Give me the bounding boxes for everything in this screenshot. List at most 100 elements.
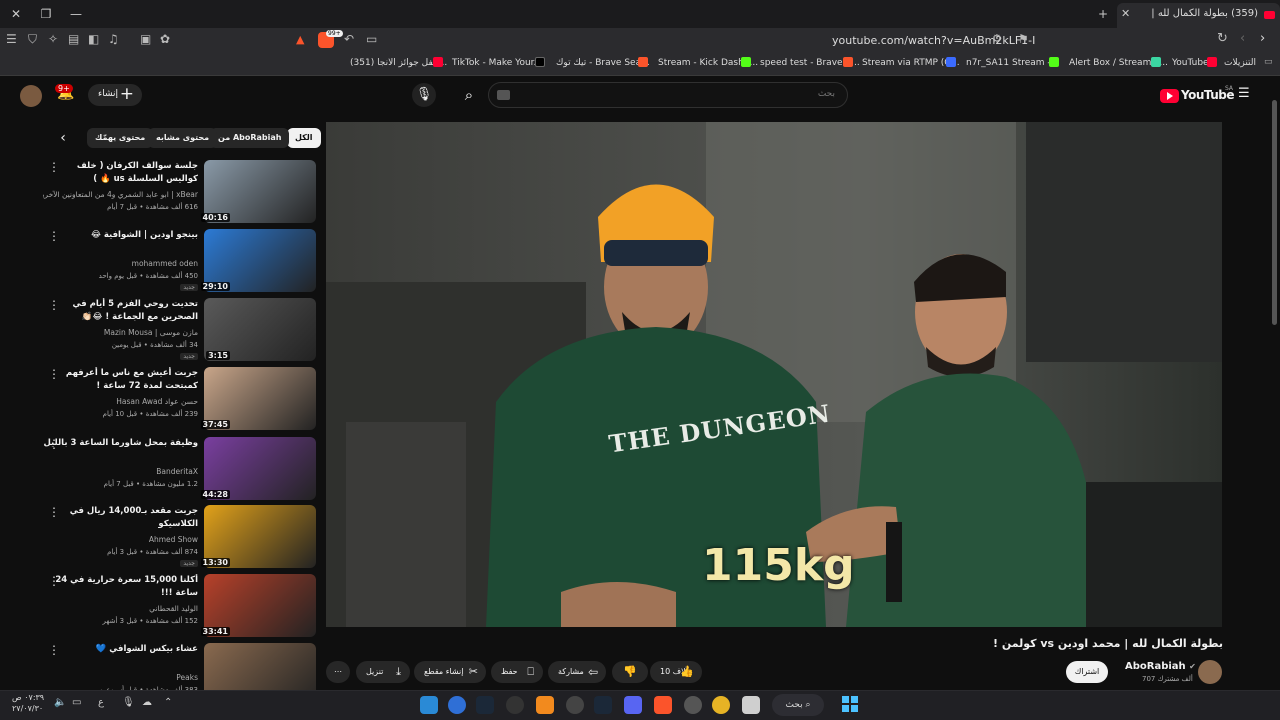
bookmark-youtube[interactable]: YouTube [1172, 58, 1209, 68]
channel-name[interactable]: AboRabiah ✔ [1125, 661, 1196, 672]
recommendation-channel[interactable]: الوليد القحطاني [43, 604, 198, 613]
taskbar-app-icon-4[interactable] [506, 696, 524, 714]
window-maximize-icon[interactable]: ❐ [38, 6, 54, 22]
recommendation-item[interactable]: 44:28 وظيفة بمحل شاورما الساعة 3 بالليل Ba… [40, 437, 316, 501]
network-icon[interactable]: ☁ [142, 697, 152, 708]
volume-icon[interactable]: 🔈 [54, 697, 66, 708]
recommendation-channel[interactable]: xBear | ابو عابد الشمري و4 من المتعاونين… [43, 190, 198, 199]
taskbar-app-icon-2[interactable] [448, 696, 466, 714]
like-button[interactable]: 👍 10 آلاف [650, 661, 702, 683]
recommendation-channel[interactable]: Peaks [43, 673, 198, 682]
menu-icon[interactable]: ☰ [6, 32, 22, 48]
recommendation-title[interactable]: أكلنا 15,000 سعرة حرارية في 24 ساعة !!! [43, 574, 198, 600]
clip-button[interactable]: إنشاء مقطع ✂ [414, 661, 486, 683]
recommendation-item[interactable]: 13:30 جربت مقعد بـ14,000 ريال في الكلاسيك… [40, 505, 316, 569]
subscribe-button[interactable]: اشتراك [1066, 661, 1108, 683]
more-options-icon[interactable]: ⋮ [48, 160, 60, 174]
language-indicator[interactable]: ع [98, 697, 104, 708]
video-player[interactable]: THE DUNGEON 115kg [326, 122, 1222, 627]
recommendation-title[interactable]: وظيفة بمحل شاورما الساعة 3 بالليل [43, 437, 198, 450]
save-button[interactable]: حفظ ⎕ [491, 661, 543, 683]
recommendation-title[interactable]: جربت مقعد بـ14,000 ريال في الكلاسيكو [43, 505, 198, 531]
download-button[interactable]: تنزيل ⤓ [356, 661, 410, 683]
bookmark-tiktok[interactable]: TikTok - Make Your... [452, 58, 542, 68]
new-tab-icon[interactable]: + [1095, 6, 1111, 22]
chip-all[interactable]: الكل [287, 128, 321, 148]
leo-icon[interactable]: ✧ [48, 32, 64, 48]
obs-taskbar-icon[interactable] [566, 696, 584, 714]
recommendation-channel[interactable]: حسن عواد Hasan Awad [43, 397, 198, 406]
guide-menu-icon[interactable]: ☰ [1238, 87, 1252, 100]
recommendation-title[interactable]: جربت أعيش مع ناس ما أعرفهم كمبتحت لمدة 7… [43, 367, 198, 394]
chrome-icon[interactable] [712, 696, 730, 714]
recommendation-item[interactable]: 37:45 جربت أعيش مع ناس ما أعرفهم كمبتحت ل… [40, 367, 316, 431]
chips-scroll-left-icon[interactable]: ‹ [55, 130, 71, 146]
window-close-icon[interactable]: ✕ [8, 6, 24, 22]
more-options-icon[interactable]: ⋮ [48, 505, 60, 519]
vpn-icon[interactable]: ⛉ [28, 32, 44, 48]
bookmark-tiktok-search[interactable]: تيك توك - Brave Sea... [556, 58, 650, 68]
discord-icon[interactable] [624, 696, 642, 714]
steam-icon-2[interactable] [594, 696, 612, 714]
media-icon[interactable]: ♫ [108, 32, 124, 48]
tray-overflow-icon[interactable]: ⌃ [164, 697, 172, 708]
keyboard-icon[interactable] [497, 90, 510, 100]
share-button[interactable]: مشاركة ⇦ [548, 661, 606, 683]
dislike-button[interactable]: 👎 [612, 661, 648, 683]
recommendation-title[interactable]: جلسة سوالف الكرفان ( خلف كواليس السلسلة … [43, 160, 198, 186]
cast-icon[interactable]: ▭ [366, 32, 380, 48]
wallet-icon[interactable]: ▤ [68, 32, 84, 48]
reload-icon[interactable]: ↻ [1217, 31, 1233, 47]
tab-close-icon[interactable]: ✕ [1121, 7, 1135, 23]
browser-tab[interactable]: ✕ (359) بطولة الكمال لله | محمد اودين vs… [1117, 3, 1280, 28]
site-settings-icon[interactable]: ⚙ [992, 32, 1006, 48]
recommendation-item[interactable]: 3:15 تحديت روحي الفزم 5 أيام في الصحرين م… [40, 298, 316, 362]
page-scrollbar[interactable] [1272, 100, 1277, 325]
recommendation-item[interactable]: 40:16 جلسة سوالف الكرفان ( خلف كواليس الس… [40, 160, 316, 224]
more-options-icon[interactable]: ⋮ [48, 574, 60, 588]
recommendation-title[interactable]: بينجو اودين | الشوافية 😂 [43, 229, 198, 242]
undo-icon[interactable]: ↶ [344, 32, 358, 48]
back-icon[interactable]: › [1260, 31, 1272, 47]
search-input[interactable]: بحث [488, 82, 848, 108]
screenshot-icon[interactable]: ▣ [140, 32, 156, 48]
extensions-icon[interactable]: ✿ [160, 32, 176, 48]
bookmark-downloads[interactable]: التنزيلات [1224, 58, 1256, 68]
rewards-icon[interactable]: ▲ [296, 33, 310, 47]
recommendation-channel[interactable]: mohammed oden [43, 259, 198, 268]
more-actions-icon[interactable]: ⋯ [326, 661, 350, 683]
bookmark-n7r[interactable]: n7r_SA11 Stream -... [966, 58, 1059, 68]
settings-icon[interactable] [684, 696, 702, 714]
bookmark-rtmp[interactable]: Stream via RTMP (O... [862, 58, 960, 68]
recommendation-title[interactable]: عشاء بيكس الشوافي 💙 [43, 643, 198, 656]
sidebar-toggle-icon[interactable]: ◧ [88, 32, 104, 48]
more-options-icon[interactable]: ⋮ [48, 643, 60, 657]
recommendation-channel[interactable]: BanderitaX [43, 467, 198, 476]
start-windows-icon[interactable] [842, 696, 858, 712]
chip-from-channel[interactable]: من AboRabiah [210, 128, 290, 148]
more-options-icon[interactable]: ⋮ [48, 367, 60, 381]
voice-search-mic-icon[interactable]: 🎙 [412, 83, 436, 107]
create-button[interactable]: إنشاء + [88, 84, 142, 106]
youtube-logo[interactable]: YouTube SA [1160, 85, 1235, 104]
chip-for-you[interactable]: محتوى يهمّك [87, 128, 154, 148]
more-options-icon[interactable]: ⋮ [48, 298, 60, 312]
recommendation-item[interactable]: 33:41 أكلنا 15,000 سعرة حرارية في 24 ساعة… [40, 574, 316, 638]
forward-icon[interactable]: ‹ [1240, 31, 1252, 47]
recommendation-channel[interactable]: Ahmed Show [43, 535, 198, 544]
steam-icon[interactable] [476, 696, 494, 714]
taskbar-search[interactable]: بحث ⌕ [772, 694, 824, 716]
recommendation-title[interactable]: تحديت روحي الفزم 5 أيام في الصحرين مع ال… [43, 298, 198, 324]
taskbar-app-icon-5[interactable] [536, 696, 554, 714]
brave-icon[interactable] [654, 696, 672, 714]
recommendation-channel[interactable]: مازن موسى | Mazin Mousa [43, 328, 198, 337]
chip-related[interactable]: محتوى مشابه [148, 128, 218, 148]
more-options-icon[interactable]: ⋮ [48, 437, 60, 451]
display-icon[interactable]: ▭ [72, 697, 81, 708]
window-minimize-icon[interactable]: — [68, 6, 84, 22]
taskbar-clock[interactable]: ٠٧:٣٩ ص ٢٧/٠٧/٣٠ [12, 692, 44, 714]
task-view-icon[interactable] [742, 696, 760, 714]
account-avatar[interactable] [20, 85, 42, 107]
bookmark-icon[interactable]: ⚑ [1018, 32, 1032, 48]
microphone-icon[interactable]: 🎙 [122, 697, 135, 708]
